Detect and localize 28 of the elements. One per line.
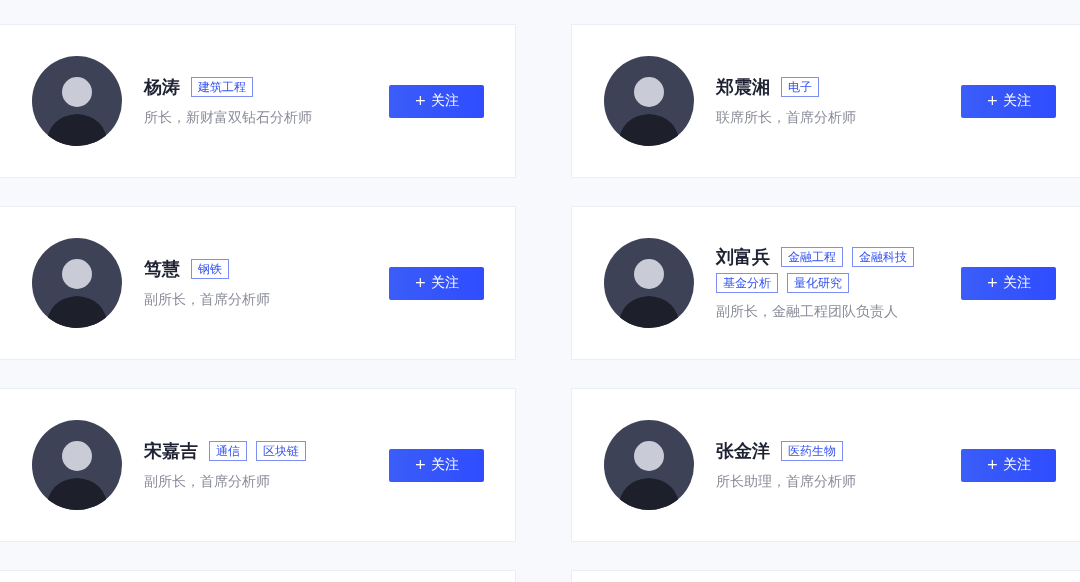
sector-tag: 通信: [209, 441, 247, 461]
sector-tag: 建筑工程: [191, 77, 253, 97]
sector-tag: 基金分析: [716, 273, 778, 293]
follow-button[interactable]: + 关注: [389, 84, 484, 118]
follow-button[interactable]: + 关注: [389, 448, 484, 482]
analyst-name: 笃慧: [144, 257, 180, 281]
sector-tag: 区块链: [256, 441, 306, 461]
sector-tag: 金融工程: [781, 247, 843, 267]
analyst-name: 张金洋: [716, 439, 770, 463]
analyst-name: 宋嘉吉: [144, 439, 198, 463]
follow-button[interactable]: + 关注: [389, 266, 484, 300]
analyst-title: 所长，新财富双钻石分析师: [144, 109, 313, 127]
follow-button[interactable]: + 关注: [961, 266, 1056, 300]
analyst-title: 所长助理，首席分析师: [716, 473, 857, 491]
sector-tag: 金融科技: [852, 247, 914, 267]
analyst-name: 杨涛: [144, 75, 180, 99]
analyst-title: 副所长，金融工程团队负责人: [716, 303, 899, 321]
analyst-name: 刘富兵: [716, 245, 770, 269]
follow-button[interactable]: + 关注: [961, 84, 1056, 118]
sector-tag: 量化研究: [787, 273, 849, 293]
analyst-name: 郑震湘: [716, 75, 770, 99]
sector-tag: 钢铁: [191, 259, 229, 279]
sector-tag: 电子: [781, 77, 819, 97]
sector-tag: 医药生物: [781, 441, 843, 461]
analyst-title: 联席所长，首席分析师: [716, 109, 857, 127]
analyst-title: 副所长，首席分析师: [144, 291, 271, 309]
analyst-title: 副所长，首席分析师: [144, 473, 271, 491]
follow-button[interactable]: + 关注: [961, 448, 1056, 482]
